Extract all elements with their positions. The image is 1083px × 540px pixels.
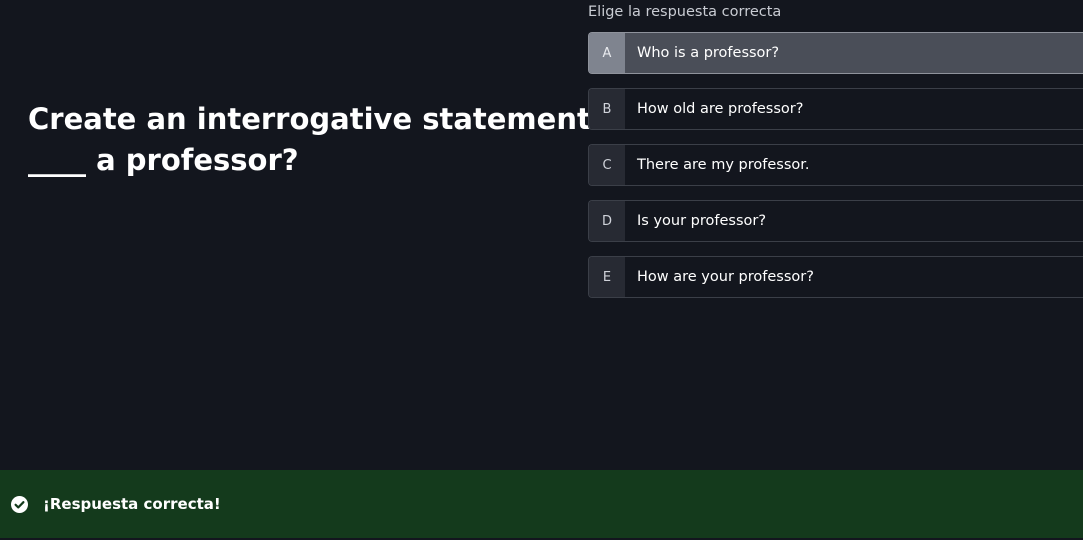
option-text: Who is a professor? (637, 45, 780, 61)
question-text: Create an interrogative statement: ____ … (28, 99, 603, 181)
option-letter: B (589, 89, 625, 129)
option-text: Is your professor? (637, 213, 767, 229)
feedback-banner: ¡Respuesta correcta! (0, 470, 1083, 538)
option-letter: D (589, 201, 625, 241)
question-line-2: ____ a professor? (28, 143, 299, 177)
option-text: How old are professor? (637, 101, 804, 117)
question-line-1: Create an interrogative statement: (28, 102, 603, 136)
instruction-label: Elige la respuesta correcta (588, 4, 782, 20)
option-c[interactable]: C There are my professor. (588, 144, 1083, 186)
option-b[interactable]: B How old are professor? (588, 88, 1083, 130)
answer-options: A Who is a professor? B How old are prof… (588, 32, 1083, 312)
quiz-page: Create an interrogative statement: ____ … (0, 0, 1083, 540)
check-circle-icon (11, 495, 28, 513)
option-letter: E (589, 257, 625, 297)
option-letter: A (589, 33, 625, 73)
option-text: How are your professor? (637, 269, 814, 285)
option-letter: C (589, 145, 625, 185)
option-d[interactable]: D Is your professor? (588, 200, 1083, 242)
feedback-message: ¡Respuesta correcta! (43, 495, 221, 513)
option-e[interactable]: E How are your professor? (588, 256, 1083, 298)
option-text: There are my professor. (637, 157, 810, 173)
option-a[interactable]: A Who is a professor? (588, 32, 1083, 74)
